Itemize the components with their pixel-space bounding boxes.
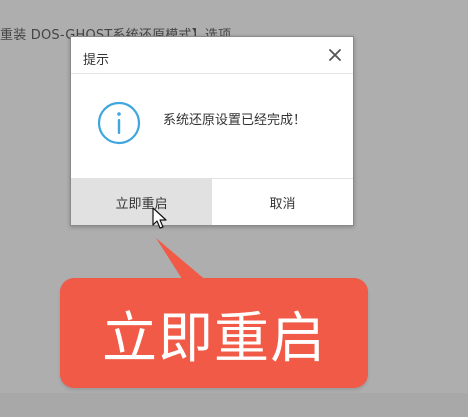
dialog-message: 系统还原设置已经完成！: [163, 113, 307, 128]
close-icon: [329, 49, 341, 61]
dialog-footer: 立即重启 取消: [71, 178, 353, 225]
background-bottom-bar: [0, 393, 468, 417]
cancel-button[interactable]: 取消: [212, 179, 353, 225]
system-restore-dialog: 提示 系统还原设置已经完成！ 立即重启 取消: [70, 36, 354, 226]
dialog-title: 提示: [83, 53, 110, 68]
callout-pointer: [156, 238, 208, 282]
info-icon: [97, 101, 141, 145]
restart-now-callout: 立即重启: [60, 278, 368, 388]
mouse-cursor-icon: [152, 207, 167, 229]
close-button[interactable]: [325, 45, 345, 65]
dialog-header: 提示: [71, 37, 353, 74]
dialog-body: 系统还原设置已经完成！: [71, 74, 353, 178]
restart-now-button[interactable]: 立即重启: [71, 179, 212, 225]
